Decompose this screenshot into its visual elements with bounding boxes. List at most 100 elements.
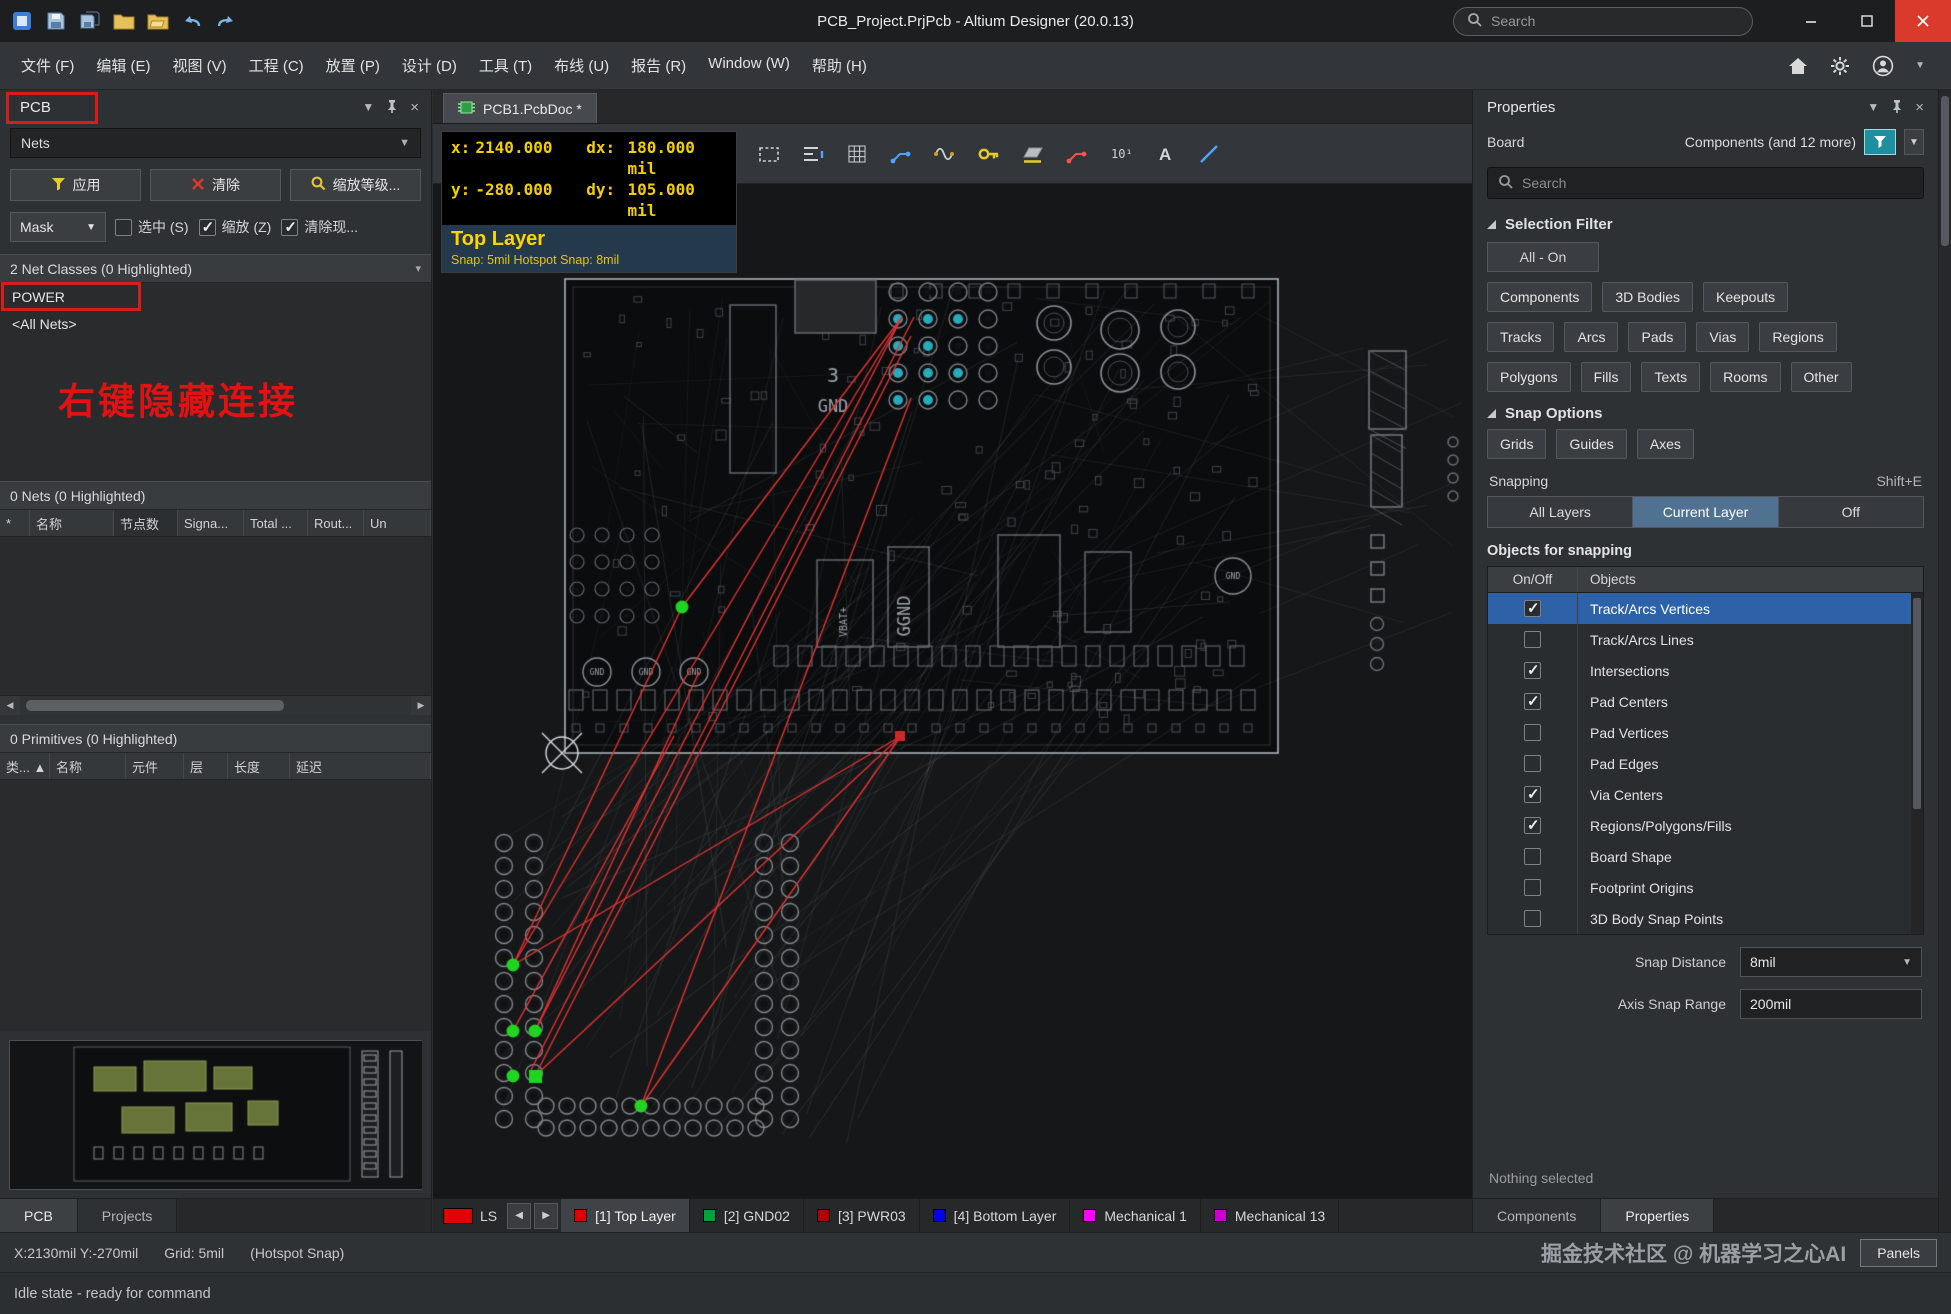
column-header-2[interactable]: 名称 xyxy=(50,753,126,779)
zoom-level-button[interactable]: 缩放等级... xyxy=(290,169,421,201)
titlebar-search-input[interactable]: Search xyxy=(1453,7,1753,36)
line-icon[interactable] xyxy=(1189,133,1229,175)
scope-filter-button[interactable] xyxy=(1864,129,1896,155)
close-panel-icon[interactable]: × xyxy=(1915,99,1924,116)
vscroll-thumb[interactable] xyxy=(1941,96,1949,246)
layer-tab-3-pwr03[interactable]: [3] PWR03 xyxy=(804,1199,920,1232)
filter-texts-button[interactable]: Texts xyxy=(1641,362,1700,392)
save-icon[interactable] xyxy=(44,9,68,33)
snap-object-row-track-arcs-vertices[interactable]: Track/Arcs Vertices xyxy=(1488,593,1923,624)
menu-item-f[interactable]: 文件 (F) xyxy=(10,48,85,83)
snapping-mode-off[interactable]: Off xyxy=(1779,497,1923,527)
wave-icon[interactable] xyxy=(925,133,965,175)
primitives-list[interactable] xyxy=(0,780,431,1031)
scroll-right-icon[interactable]: ▶ xyxy=(411,696,431,715)
checkbox[interactable] xyxy=(281,219,298,236)
column-header-objects[interactable]: Objects xyxy=(1578,567,1923,592)
checkbox[interactable] xyxy=(199,219,216,236)
snap-object-row-intersections[interactable]: Intersections xyxy=(1488,655,1923,686)
filter-pads-button[interactable]: Pads xyxy=(1628,322,1686,352)
route-icon[interactable] xyxy=(881,133,921,175)
snap-object-row-3d-body-snap-points[interactable]: 3D Body Snap Points xyxy=(1488,903,1923,934)
column-header-5[interactable]: 长度 xyxy=(228,753,290,779)
all-on-button[interactable]: All - On xyxy=(1487,242,1599,272)
menu-item-r[interactable]: 报告 (R) xyxy=(620,48,697,83)
undo-icon[interactable] xyxy=(180,9,204,33)
layer-tab-mechanical-13[interactable]: Mechanical 13 xyxy=(1201,1199,1339,1232)
minimize-button[interactable] xyxy=(1783,0,1839,42)
checkbox[interactable] xyxy=(1524,755,1541,772)
text-icon[interactable]: A xyxy=(1145,133,1185,175)
filter-3d-bodies-button[interactable]: 3D Bodies xyxy=(1602,282,1693,312)
column-header-3[interactable]: 节点数 xyxy=(114,510,178,536)
marquee-icon[interactable] xyxy=(749,133,789,175)
snap-object-row-pad-centers[interactable]: Pad Centers xyxy=(1488,686,1923,717)
menu-item-p[interactable]: 放置 (P) xyxy=(315,48,391,83)
layer-scroll-left-icon[interactable]: ◀ xyxy=(507,1203,531,1229)
pcb-canvas[interactable] xyxy=(433,184,1472,1198)
grid-icon[interactable] xyxy=(837,133,877,175)
close-button[interactable] xyxy=(1895,0,1951,42)
board-preview[interactable] xyxy=(10,1041,422,1189)
snap-axes-button[interactable]: Axes xyxy=(1637,429,1694,459)
primitives-header[interactable]: 0 Primitives (0 Highlighted) xyxy=(0,724,431,753)
key-icon[interactable] xyxy=(969,133,1009,175)
column-header-7[interactable]: Un xyxy=(364,510,431,536)
column-header-4[interactable]: Signa... xyxy=(178,510,244,536)
snap-object-row-regions-polygons-fills[interactable]: Regions/Polygons/Fills xyxy=(1488,810,1923,841)
maximize-button[interactable] xyxy=(1839,0,1895,42)
properties-scrollbar[interactable] xyxy=(1938,90,1951,1232)
route2-icon[interactable] xyxy=(1057,133,1097,175)
filter-other-button[interactable]: Other xyxy=(1791,362,1852,392)
user-menu-caret-icon[interactable]: ▼ xyxy=(1915,60,1925,71)
column-header-1[interactable]: 类... ▲ xyxy=(0,753,50,779)
menu-item-c[interactable]: 工程 (C) xyxy=(238,48,315,83)
properties-search-input[interactable]: Search xyxy=(1487,167,1924,199)
filter-tracks-button[interactable]: Tracks xyxy=(1487,322,1554,352)
pin-icon[interactable] xyxy=(386,99,398,116)
checkbox[interactable] xyxy=(1524,879,1541,896)
checkbox[interactable] xyxy=(115,219,132,236)
nets-hscrollbar[interactable]: ◀ ▶ xyxy=(0,695,431,714)
menu-item-h[interactable]: 帮助 (H) xyxy=(801,48,878,83)
apply-filter-button[interactable]: 应用 xyxy=(10,169,141,201)
net-class-item-power[interactable]: POWER xyxy=(0,283,431,310)
snap-objects-scrollbar[interactable] xyxy=(1911,593,1923,934)
filter-rooms-button[interactable]: Rooms xyxy=(1710,362,1780,392)
filter-components-button[interactable]: Components xyxy=(1487,282,1592,312)
gear-icon[interactable] xyxy=(1829,55,1851,77)
snap-grids-button[interactable]: Grids xyxy=(1487,429,1546,459)
snap-object-row-board-shape[interactable]: Board Shape xyxy=(1488,841,1923,872)
checkbox[interactable] xyxy=(1524,786,1541,803)
open-folder-icon[interactable] xyxy=(112,9,136,33)
panel-tab-pcb[interactable]: PCB xyxy=(0,1199,78,1232)
panel-tab-projects[interactable]: Projects xyxy=(78,1199,178,1232)
menu-item-v[interactable]: 视图 (V) xyxy=(162,48,238,83)
redo-icon[interactable] xyxy=(214,9,238,33)
snap-object-row-via-centers[interactable]: Via Centers xyxy=(1488,779,1923,810)
panel-tab-properties[interactable]: Properties xyxy=(1601,1199,1714,1232)
layer-tab-2-gnd02[interactable]: [2] GND02 xyxy=(690,1199,804,1232)
column-header-onoff[interactable]: On/Off xyxy=(1488,567,1578,592)
open-document-icon[interactable] xyxy=(146,9,170,33)
user-account-icon[interactable] xyxy=(1871,54,1895,78)
filter-regions-button[interactable]: Regions xyxy=(1759,322,1836,352)
layer-scroll-right-icon[interactable]: ▶ xyxy=(534,1203,558,1229)
layer-set-chip[interactable]: LS xyxy=(433,1208,507,1224)
filter-keepouts-button[interactable]: Keepouts xyxy=(1703,282,1788,312)
clear-filter-button[interactable]: 清除 xyxy=(150,169,281,201)
checkbox[interactable] xyxy=(1524,817,1541,834)
column-header-6[interactable]: 延迟 xyxy=(290,753,431,779)
pour-icon[interactable] xyxy=(1013,133,1053,175)
checkbox[interactable] xyxy=(1524,910,1541,927)
menu-item-t[interactable]: 工具 (T) xyxy=(468,48,543,83)
chevron-down-icon[interactable]: ▼ xyxy=(1867,100,1879,114)
snap-options-section-header[interactable]: Snap Options xyxy=(1473,392,1938,429)
mask-mode-select[interactable]: Mask ▼ xyxy=(10,212,106,242)
checkbox[interactable] xyxy=(1524,662,1541,679)
snap-object-row-track-arcs-lines[interactable]: Track/Arcs Lines xyxy=(1488,624,1923,655)
checkbox[interactable] xyxy=(1524,600,1541,617)
selection-filter-section-header[interactable]: Selection Filter xyxy=(1473,203,1938,240)
layer-tab-4-bottom-layer[interactable]: [4] Bottom Layer xyxy=(920,1199,1071,1232)
panel-tab-components[interactable]: Components xyxy=(1473,1199,1601,1232)
